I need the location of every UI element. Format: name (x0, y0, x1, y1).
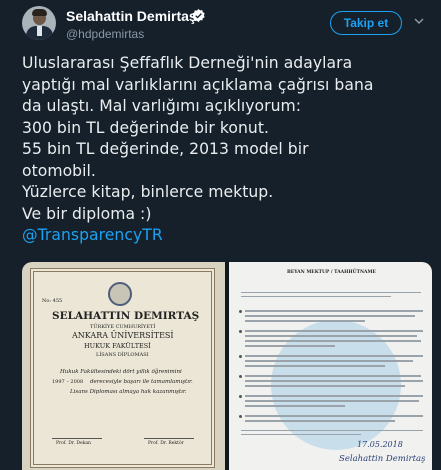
diploma-number: No: 455 (42, 298, 63, 304)
tweet-header: Selahattin Demirtaş @hdpdemirtas Takip e… (0, 0, 441, 50)
diploma-body-line: Lisans Diploması almaya hak kazanmıştır. (70, 389, 187, 395)
diploma-university: ANKARA ÜNİVERSİTESİ (72, 331, 174, 340)
verified-badge-icon (192, 8, 205, 23)
tweet-line: yaptığı mal varlıklarını açıklama çağrıs… (22, 75, 374, 94)
declaration-date: 17.05.2018 (357, 440, 403, 449)
author-name[interactable]: Selahattin Demirtaş (66, 8, 197, 24)
mention-link[interactable]: @TransparencyTR (22, 225, 432, 247)
tweet-line: 300 bin TL değerinde bir konut. (22, 118, 270, 137)
tweet-line: Yüzlerce kitap, binlerce mektup. (22, 183, 274, 201)
tweet-text: Uluslararası Şeffaflık Derneği'nin adayl… (22, 53, 432, 247)
declaration-signature: Selahattin Demirtaş (339, 454, 426, 464)
diploma-date: 1997 – 2008 (52, 379, 84, 385)
diploma-image[interactable]: No: 455 SELAHATTIN DEMIRTAŞ TÜRKİYE CUMH… (22, 262, 225, 470)
signature-line (144, 438, 194, 439)
tweet-line: Uluslararası Şeffaflık Derneği'nin adayl… (22, 54, 353, 72)
diploma-type: LİSANS DİPLOMASI (96, 352, 149, 358)
diploma-body-line: derecesiyle başarı ile tamamlamıştır. (90, 379, 193, 385)
declaration-title: BEYAN MEKTUP / TAAHHÜTNAME (287, 270, 376, 275)
tweet-line: otomobil. (22, 161, 96, 180)
author-handle[interactable]: @hdpdemirtas (66, 27, 144, 41)
tweet-line: 55 bin TL değerinde, 2013 model bir (22, 140, 309, 158)
diploma-body-line: Hukuk Fakültesindeki dört yıllık öğrenim… (60, 369, 182, 375)
tweet-line: Ve bir diploma :) (22, 204, 152, 223)
declaration-document-image[interactable]: BEYAN MEKTUP / TAAHHÜTNAME 17.05.2018 Se… (229, 262, 432, 470)
signature-line (52, 438, 102, 439)
tweet-line: da ulaştı. Mal varlığımı açıklıyorum: (22, 97, 302, 115)
diploma-holder-name: SELAHATTIN DEMIRTAŞ (52, 310, 200, 322)
tweet-media[interactable]: No: 455 SELAHATTIN DEMIRTAŞ TÜRKİYE CUMH… (22, 262, 432, 470)
signatory: Prof. Dr. Dekan (56, 441, 91, 446)
university-seal-icon (108, 282, 132, 306)
chevron-down-icon[interactable] (414, 16, 424, 26)
avatar[interactable] (22, 6, 56, 40)
diploma-faculty: HUKUK FAKÜLTESİ (84, 342, 151, 350)
follow-button[interactable]: Takip et (330, 11, 402, 35)
diploma-country: TÜRKİYE CUMHURİYETİ (90, 324, 156, 330)
signatory: Prof. Dr. Rektör (148, 441, 184, 446)
